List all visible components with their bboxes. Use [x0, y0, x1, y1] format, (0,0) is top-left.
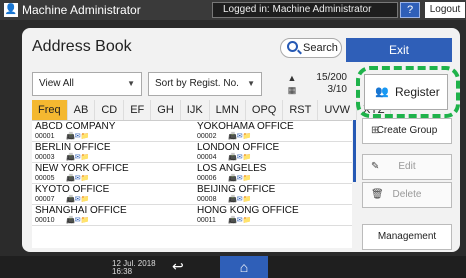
- user-icon: 👤: [4, 3, 18, 17]
- footer-bar: 12 Jul. 2018 16:38 ↩ ⌂: [0, 256, 466, 278]
- scrollbar-thumb[interactable]: [353, 120, 356, 182]
- table-row: BERLIN OFFICE 00003 📠✉📁 LONDON OFFICE 00…: [32, 142, 352, 163]
- tab-uvw[interactable]: UVW: [318, 100, 358, 120]
- search-icon: [287, 41, 298, 52]
- create-group-button[interactable]: ⊞ Create Group: [362, 118, 452, 144]
- entry-name: LOS ANGELES: [197, 163, 267, 174]
- tab-ijk[interactable]: IJK: [181, 100, 210, 120]
- entry-number: 00002: [197, 133, 217, 140]
- entry-name: BEIJING OFFICE: [197, 184, 276, 195]
- sort-select-value: Sort by Regist. No.: [155, 78, 239, 89]
- search-button[interactable]: Search: [280, 38, 342, 58]
- delete-label: Delete: [392, 189, 422, 200]
- pencil-icon: ✎: [371, 161, 380, 172]
- create-group-label: Create Group: [376, 125, 438, 136]
- home-icon[interactable]: ⌂: [220, 256, 268, 278]
- destination-icons: 📠✉📁: [66, 175, 90, 182]
- index-tabs: Freq AB CD EF GH IJK LMN OPQ RST UVW XYZ: [32, 100, 392, 120]
- entry-name: LONDON OFFICE: [197, 142, 280, 153]
- entry-name: SHANGHAI OFFICE: [35, 205, 127, 216]
- entry-number: 00004: [197, 154, 217, 161]
- tab-cd[interactable]: CD: [95, 100, 125, 120]
- destination-icons: 📠✉📁: [228, 217, 252, 224]
- list-item[interactable]: BEIJING OFFICE 00008 📠✉📁: [194, 184, 352, 205]
- sort-order-icon[interactable]: ▲ ▦: [280, 72, 304, 96]
- entry-name: ABCD COMPANY: [35, 121, 116, 132]
- view-select-value: View All: [39, 78, 74, 89]
- tab-freq[interactable]: Freq: [32, 100, 68, 120]
- tab-opq[interactable]: OPQ: [246, 100, 284, 120]
- entry-number: 00011: [197, 217, 216, 224]
- tab-ef[interactable]: EF: [124, 100, 152, 120]
- list-scrollbar[interactable]: [352, 120, 358, 230]
- register-highlight: [356, 66, 460, 118]
- logout-button[interactable]: Logout: [425, 2, 465, 18]
- page-current: 15/200: [316, 72, 347, 83]
- destination-icons: 📠✉📁: [228, 154, 252, 161]
- entry-number: 00006: [197, 175, 217, 182]
- tab-ab[interactable]: AB: [68, 100, 96, 120]
- list-item[interactable]: BERLIN OFFICE 00003 📠✉📁: [32, 142, 190, 163]
- entry-name: BERLIN OFFICE: [35, 142, 111, 153]
- list-item[interactable]: KYOTO OFFICE 00007 📠✉📁: [32, 184, 190, 205]
- table-row: KYOTO OFFICE 00007 📠✉📁 BEIJING OFFICE 00…: [32, 184, 352, 205]
- list-item[interactable]: LOS ANGELES 00006 📠✉📁: [194, 163, 352, 184]
- group-icon: ⊞: [371, 125, 380, 136]
- chevron-down-icon: ▼: [127, 79, 135, 88]
- tab-rst[interactable]: RST: [283, 100, 319, 120]
- edit-label: Edit: [398, 161, 416, 172]
- user-label: Machine Administrator: [22, 3, 141, 17]
- help-button[interactable]: ?: [400, 2, 420, 18]
- delete-button[interactable]: 🗑 Delete: [362, 182, 452, 208]
- tab-lmn[interactable]: LMN: [210, 100, 246, 120]
- management-button[interactable]: Management: [362, 224, 452, 250]
- destination-icons: 📠✉📁: [228, 133, 252, 140]
- address-list: ABCD COMPANY 00001 📠✉📁 YOKOHAMA OFFICE 0…: [32, 120, 352, 248]
- edit-button[interactable]: ✎ Edit: [362, 154, 452, 180]
- entry-name: HONG KONG OFFICE: [197, 205, 299, 216]
- list-item[interactable]: SHANGHAI OFFICE 00010 📠✉📁: [32, 205, 190, 226]
- destination-icons: 📠✉📁: [66, 133, 90, 140]
- search-label: Search: [303, 42, 338, 54]
- chevron-down-icon: ▼: [247, 79, 255, 88]
- time-label: 16:38: [112, 267, 133, 276]
- login-status: Logged in: Machine Administrator: [212, 2, 398, 18]
- exit-button[interactable]: Exit: [346, 38, 452, 62]
- destination-icons: 📠✉📁: [66, 154, 90, 161]
- list-item[interactable]: LONDON OFFICE 00004 📠✉📁: [194, 142, 352, 163]
- destination-icons: 📠✉📁: [66, 196, 90, 203]
- list-item[interactable]: YOKOHAMA OFFICE 00002 📠✉📁: [194, 121, 352, 142]
- address-book-panel: Address Book Search Exit View All ▼ Sort…: [22, 28, 460, 252]
- destination-icons: 📠✉📁: [228, 175, 252, 182]
- destination-icons: 📠✉📁: [66, 217, 90, 224]
- entry-name: YOKOHAMA OFFICE: [197, 121, 294, 132]
- list-item[interactable]: NEW YORK OFFICE 00005 📠✉📁: [32, 163, 190, 184]
- entry-number: 00001: [35, 133, 55, 140]
- entry-name: KYOTO OFFICE: [35, 184, 110, 195]
- table-row: SHANGHAI OFFICE 00010 📠✉📁 HONG KONG OFFI…: [32, 205, 352, 226]
- page-title: Address Book: [32, 38, 132, 55]
- entry-number: 00003: [35, 154, 55, 161]
- top-status-bar: 👤 Machine Administrator Logged in: Machi…: [0, 0, 466, 20]
- page-sub: 3/10: [327, 84, 347, 95]
- tab-gh[interactable]: GH: [151, 100, 181, 120]
- back-icon[interactable]: ↩: [172, 258, 184, 275]
- date-time: 12 Jul. 2018 16:38: [112, 260, 156, 276]
- page-counter: 15/200 3/10: [307, 72, 347, 96]
- entry-number: 00008: [197, 196, 217, 203]
- table-row: NEW YORK OFFICE 00005 📠✉📁 LOS ANGELES 00…: [32, 163, 352, 184]
- entry-name: NEW YORK OFFICE: [35, 163, 129, 174]
- trash-icon: 🗑: [371, 189, 384, 200]
- sort-select[interactable]: Sort by Regist. No. ▼: [148, 72, 262, 96]
- list-item[interactable]: ABCD COMPANY 00001 📠✉📁: [32, 121, 190, 142]
- entry-number: 00007: [35, 196, 55, 203]
- entry-number: 00010: [35, 217, 55, 224]
- entry-number: 00005: [35, 175, 55, 182]
- list-item[interactable]: HONG KONG OFFICE 00011 📠✉📁: [194, 205, 352, 226]
- view-select[interactable]: View All ▼: [32, 72, 142, 96]
- destination-icons: 📠✉📁: [228, 196, 252, 203]
- table-row: ABCD COMPANY 00001 📠✉📁 YOKOHAMA OFFICE 0…: [32, 121, 352, 142]
